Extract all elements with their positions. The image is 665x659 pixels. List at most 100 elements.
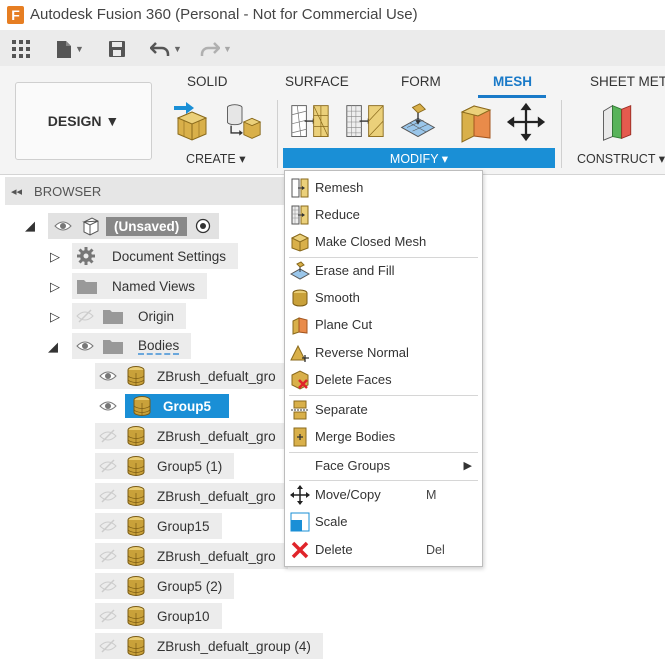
- eye-hidden-icon[interactable]: [99, 579, 117, 593]
- tab-sheet-metal[interactable]: SHEET METAL: [590, 74, 665, 89]
- body-label: Group10: [157, 608, 210, 624]
- save-button[interactable]: [106, 38, 128, 60]
- closed-mesh-icon: [290, 232, 310, 252]
- tree-body-row[interactable]: ZBrush_defualt_gro: [95, 363, 288, 389]
- modify-dropdown-menu: Remesh Reduce Make Closed Mesh Erase and…: [284, 170, 483, 567]
- collapse-icon[interactable]: ◂◂: [11, 185, 22, 198]
- active-tab-indicator: [478, 95, 546, 98]
- tree-folder-origin[interactable]: Origin: [72, 303, 187, 329]
- eye-hidden-icon[interactable]: [99, 549, 117, 563]
- menu-item-face-groups[interactable]: Face Groups ▶: [285, 452, 482, 479]
- selected-body[interactable]: Group5: [125, 394, 230, 418]
- body-label: Group5: [163, 398, 212, 414]
- tree-body-row[interactable]: ZBrush_defualt_gro: [95, 543, 288, 569]
- menu-item-reduce[interactable]: Reduce: [285, 201, 482, 228]
- tab-mesh[interactable]: MESH: [493, 74, 532, 89]
- tree-body-row[interactable]: Group5: [95, 393, 230, 419]
- modify-panel-button[interactable]: MODIFY ▾: [283, 148, 555, 168]
- mesh-body-icon: [127, 546, 145, 566]
- eye-hidden-icon[interactable]: [99, 489, 117, 503]
- undo-button[interactable]: ▼: [146, 38, 186, 60]
- menu-item-make-closed-mesh[interactable]: Make Closed Mesh: [285, 228, 482, 255]
- erase-fill-tool-icon[interactable]: [398, 100, 438, 144]
- tree-root-row[interactable]: (Unsaved): [48, 213, 220, 239]
- menu-item-merge-bodies[interactable]: Merge Bodies: [285, 423, 482, 450]
- tree-body-row[interactable]: ZBrush_defualt_group (4): [95, 633, 323, 659]
- move-tool-icon[interactable]: [506, 100, 546, 144]
- tree-folder-document-settings[interactable]: Document Settings: [72, 243, 239, 269]
- activate-radio-icon[interactable]: [195, 218, 211, 234]
- eye-icon[interactable]: [76, 339, 94, 353]
- tab-solid[interactable]: SOLID: [187, 74, 228, 89]
- tab-surface[interactable]: SURFACE: [285, 74, 349, 89]
- menu-item-label: Erase and Fill: [315, 263, 395, 278]
- redo-button[interactable]: ▼: [196, 38, 236, 60]
- eye-hidden-icon[interactable]: [99, 609, 117, 623]
- tree-body-row[interactable]: ZBrush_defualt_gro: [95, 483, 288, 509]
- tree-body-row[interactable]: ZBrush_defualt_gro: [95, 423, 288, 449]
- menu-item-reverse-normal[interactable]: Reverse Normal: [285, 339, 482, 366]
- tree-body-row[interactable]: Group5 (2): [95, 573, 235, 599]
- menu-item-plane-cut[interactable]: Plane Cut: [285, 311, 482, 338]
- modify-panel-label: MODIFY ▾: [389, 151, 449, 166]
- eye-hidden-icon[interactable]: [99, 519, 117, 533]
- merge-bodies-icon: [293, 427, 307, 446]
- grid-icon: [12, 40, 30, 58]
- menu-item-remesh[interactable]: Remesh: [285, 174, 482, 201]
- construct-panel-label[interactable]: CONSTRUCT ▾: [577, 151, 665, 166]
- gear-icon: [77, 247, 95, 265]
- tree-folder-named-views[interactable]: Named Views: [72, 273, 208, 299]
- collapsed-triangle-icon[interactable]: ▷: [50, 309, 60, 325]
- expanded-triangle-icon[interactable]: ◢: [25, 218, 35, 234]
- collapsed-triangle-icon[interactable]: ▷: [50, 249, 60, 265]
- menu-item-delete[interactable]: Delete Del: [285, 536, 482, 563]
- menu-item-label: Reverse Normal: [315, 345, 409, 360]
- tree-folder-bodies[interactable]: Bodies: [72, 333, 192, 359]
- menu-item-erase-and-fill[interactable]: Erase and Fill: [285, 257, 482, 284]
- menu-item-scale[interactable]: Scale: [285, 508, 482, 535]
- workspace-switcher-button[interactable]: DESIGN ▼: [15, 82, 152, 160]
- remesh-tool-icon[interactable]: [290, 100, 330, 144]
- root-component-label: (Unsaved): [106, 216, 188, 236]
- menu-item-move-copy[interactable]: Move/Copy M: [285, 481, 482, 508]
- tree-body-row[interactable]: Group15: [95, 513, 222, 539]
- eye-icon[interactable]: [54, 219, 72, 233]
- data-panel-button[interactable]: [10, 38, 32, 60]
- reverse-normal-icon: [290, 344, 309, 362]
- menu-item-label: Plane Cut: [315, 317, 373, 332]
- plane-cut-tool-icon[interactable]: [456, 100, 496, 144]
- create-panel-label[interactable]: CREATE ▾: [186, 151, 246, 166]
- eye-icon[interactable]: [99, 399, 117, 413]
- eye-hidden-icon[interactable]: [76, 309, 94, 323]
- mesh-body-icon: [127, 456, 145, 476]
- body-label: Group5 (2): [157, 578, 223, 594]
- menu-item-shortcut: Del: [426, 542, 445, 557]
- menu-item-shortcut: M: [426, 487, 437, 502]
- mesh-body-icon: [127, 606, 145, 626]
- tree-body-row[interactable]: Group10: [95, 603, 222, 629]
- offset-plane-icon[interactable]: [598, 100, 638, 144]
- file-menu-button[interactable]: ▼: [50, 38, 90, 60]
- eye-icon[interactable]: [99, 369, 117, 383]
- tree-body-row[interactable]: Group5 (1): [95, 453, 235, 479]
- menu-item-separate[interactable]: Separate: [285, 396, 482, 423]
- submenu-arrow-icon: ▶: [463, 460, 472, 472]
- tessellate-icon[interactable]: [222, 100, 262, 144]
- separate-icon: [291, 400, 309, 419]
- eye-hidden-icon[interactable]: [99, 639, 117, 653]
- eye-hidden-icon[interactable]: [99, 429, 117, 443]
- menu-item-smooth[interactable]: Smooth: [285, 284, 482, 311]
- insert-mesh-icon[interactable]: [172, 100, 212, 144]
- menu-item-delete-faces[interactable]: Delete Faces: [285, 366, 482, 393]
- reduce-icon: [291, 205, 309, 224]
- mesh-body-icon: [133, 396, 151, 416]
- browser-header[interactable]: ◂◂ BROWSER: [5, 177, 285, 205]
- collapsed-triangle-icon[interactable]: ▷: [50, 279, 60, 295]
- expanded-triangle-icon[interactable]: ◢: [48, 339, 58, 355]
- eye-hidden-icon[interactable]: [99, 459, 117, 473]
- reduce-tool-icon[interactable]: [345, 100, 385, 144]
- tab-form[interactable]: FORM: [401, 74, 441, 89]
- ribbon-divider: [277, 100, 278, 168]
- mesh-body-icon: [127, 366, 145, 386]
- ribbon-divider: [561, 100, 562, 168]
